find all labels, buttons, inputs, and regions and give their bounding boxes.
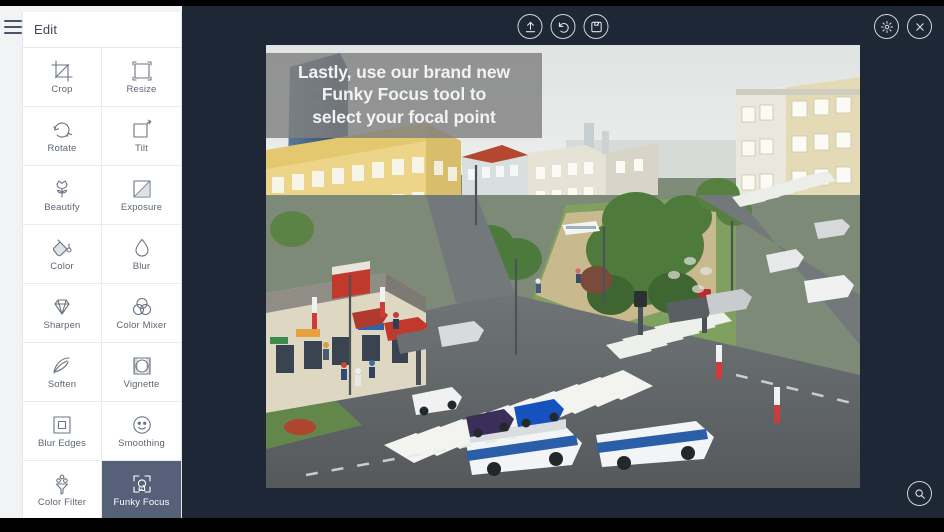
- resize-icon: [130, 59, 154, 83]
- tool-resize[interactable]: Resize: [102, 48, 181, 107]
- vignette-icon: [130, 354, 154, 378]
- tool-smoothing[interactable]: Smoothing: [102, 402, 181, 461]
- tool-sharpen[interactable]: Sharpen: [23, 284, 102, 343]
- hamburger-line: [4, 32, 22, 34]
- tool-color-filter[interactable]: Color Filter: [23, 461, 102, 518]
- paint-bucket-icon: [50, 236, 74, 260]
- tool-label: Color Mixer: [116, 320, 167, 332]
- caption-line: Lastly, use our brand new: [297, 62, 511, 82]
- letterbox-bottom-bar: [0, 518, 944, 532]
- tool-label: Funky Focus: [113, 497, 170, 509]
- tool-label: Exposure: [120, 202, 163, 214]
- crop-icon: [50, 59, 74, 83]
- tool-color[interactable]: Color: [23, 225, 102, 284]
- feather-icon: [50, 354, 74, 378]
- tool-label: Beautify: [44, 202, 80, 214]
- diamond-icon: [50, 295, 74, 319]
- tool-funky-focus[interactable]: Funky Focus: [102, 461, 181, 518]
- tool-rotate[interactable]: Rotate: [23, 107, 102, 166]
- tool-beautify[interactable]: Beautify: [23, 166, 102, 225]
- tool-label: Tilt: [135, 143, 148, 155]
- zoom-control: [907, 481, 932, 506]
- smiley-icon: [130, 413, 154, 437]
- tool-vignette[interactable]: Vignette: [102, 343, 181, 402]
- tool-exposure[interactable]: Exposure: [102, 166, 181, 225]
- center-toolbar: [517, 14, 609, 39]
- tool-label: Rotate: [47, 143, 77, 155]
- hamburger-line: [4, 26, 22, 28]
- edit-panel: Edit Crop Resize Rotate Tilt Beautify Exposur…: [22, 12, 182, 518]
- tool-blur[interactable]: Blur: [102, 225, 181, 284]
- tool-label: Smoothing: [118, 438, 165, 450]
- rotate-icon: [50, 118, 74, 142]
- funnel-icon: [50, 472, 74, 496]
- tool-color-mixer[interactable]: Color Mixer: [102, 284, 181, 343]
- edited-photo[interactable]: Lastly, use our brand new Funky Focus to…: [266, 45, 860, 488]
- square-frame-icon: [50, 413, 74, 437]
- tilt-icon: [130, 118, 154, 142]
- tool-grid: Crop Resize Rotate Tilt Beautify Exposure Colo…: [23, 48, 181, 518]
- panel-title: Edit: [23, 12, 181, 48]
- tool-label: Resize: [126, 84, 157, 96]
- venn-circles-icon: [130, 295, 154, 319]
- tool-label: Soften: [47, 379, 77, 391]
- tool-label: Color Filter: [37, 497, 87, 509]
- tool-label: Blur: [132, 261, 151, 273]
- app-root: Edit Crop Resize Rotate Tilt Beautify Exposur…: [0, 0, 944, 532]
- tool-label: Vignette: [123, 379, 160, 391]
- save-button[interactable]: [583, 14, 609, 39]
- settings-button[interactable]: [874, 14, 899, 39]
- droplet-icon: [130, 236, 154, 260]
- hamburger-icon[interactable]: [4, 20, 22, 34]
- exposure-icon: [130, 177, 154, 201]
- flower-icon: [50, 177, 74, 201]
- caption-line: Funky Focus tool to: [321, 84, 487, 105]
- tool-label: Sharpen: [43, 320, 81, 332]
- undo-button[interactable]: [550, 14, 576, 39]
- hamburger-line: [4, 20, 22, 22]
- photo-caption: Lastly, use our brand new Funky Focus to…: [266, 53, 542, 139]
- right-toolbar: [874, 14, 932, 39]
- focus-target-icon: [130, 472, 154, 496]
- close-button[interactable]: [907, 14, 932, 39]
- tool-label: Color: [50, 261, 74, 273]
- caption-line: select your focal point: [312, 106, 496, 127]
- tool-soften[interactable]: Soften: [23, 343, 102, 402]
- tool-tilt[interactable]: Tilt: [102, 107, 181, 166]
- tool-crop[interactable]: Crop: [23, 48, 102, 107]
- tool-label: Blur Edges: [38, 438, 86, 450]
- sidebar: Edit Crop Resize Rotate Tilt Beautify Exposur…: [0, 6, 182, 518]
- tool-blur-edges[interactable]: Blur Edges: [23, 402, 102, 461]
- zoom-button[interactable]: [907, 481, 932, 506]
- upload-button[interactable]: [517, 14, 543, 39]
- tool-label: Crop: [51, 84, 73, 96]
- editor-canvas: Lastly, use our brand new Funky Focus to…: [182, 6, 944, 518]
